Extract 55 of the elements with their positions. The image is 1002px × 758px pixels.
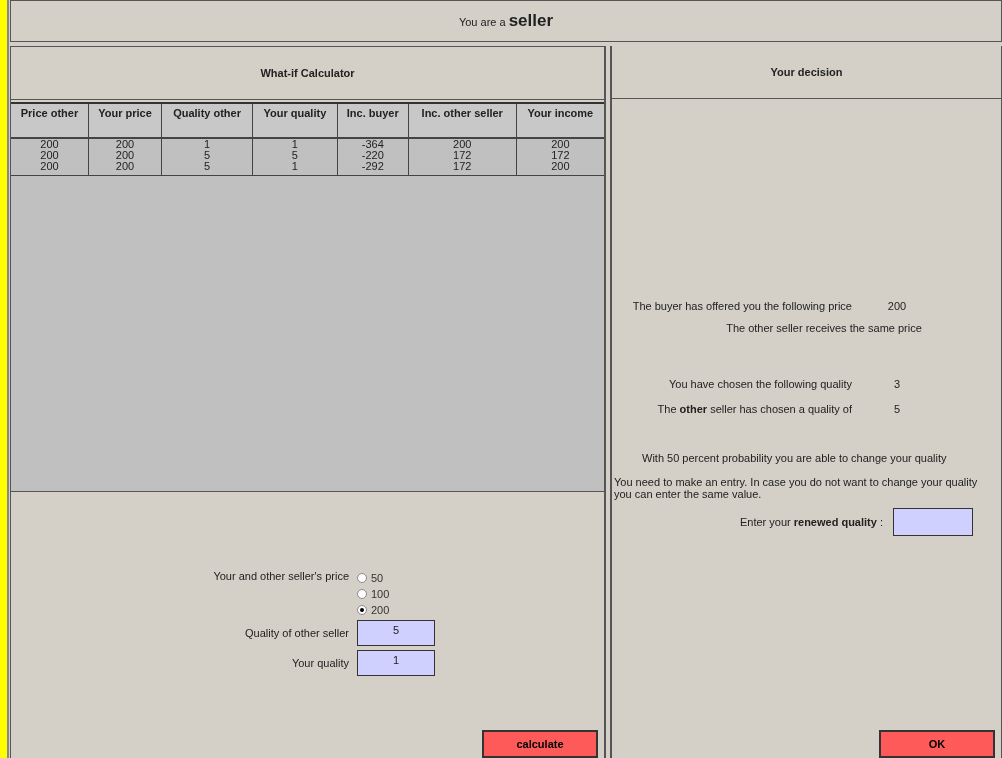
calculate-button[interactable]: calculate <box>482 730 598 758</box>
table-cell: 200 <box>11 138 89 150</box>
panel-title: Your decision <box>770 66 843 78</box>
role-title: You are a seller <box>458 11 554 31</box>
table-cell: 172 <box>516 150 604 161</box>
ok-button[interactable]: OK <box>879 730 995 758</box>
column-header: Your income <box>516 104 604 138</box>
input-field[interactable]: 1 <box>357 650 435 676</box>
radio-button[interactable] <box>357 573 367 583</box>
table-cell: 200 <box>11 161 89 176</box>
field-label: Your quality <box>290 657 349 669</box>
input-field[interactable]: 5 <box>357 620 435 646</box>
table-cell: 200 <box>516 138 604 150</box>
radio-label: 100 <box>371 588 390 600</box>
table-cell: 200 <box>11 150 89 161</box>
table-cell: 172 <box>408 161 517 176</box>
table-cell: 200 <box>88 150 162 161</box>
column-header: Inc. other seller <box>408 104 517 138</box>
input-field[interactable] <box>893 508 973 536</box>
column-header: Price other <box>11 104 89 138</box>
value-text: 3 <box>892 378 902 390</box>
radio-label: 200 <box>371 604 390 616</box>
table-cell: -364 <box>337 138 409 150</box>
radio-button[interactable] <box>357 605 367 615</box>
info-text: The other seller receives the same price <box>725 322 923 334</box>
field-label: Quality of other seller <box>244 627 349 639</box>
value-text: 5 <box>892 403 902 415</box>
table-cell: 5 <box>161 161 253 176</box>
price-label: Your and other seller's price <box>212 570 349 582</box>
panel-title: What-if Calculator <box>260 67 355 79</box>
column-header: Your price <box>88 104 162 138</box>
table-cell: -292 <box>337 161 409 176</box>
radio-button[interactable] <box>357 589 367 599</box>
column-header: Inc. buyer <box>337 104 409 138</box>
table-cell: 200 <box>88 138 162 150</box>
radio-label: 50 <box>371 572 384 584</box>
table-cell: 200 <box>88 161 162 176</box>
table-cell: -220 <box>337 150 409 161</box>
column-header: Quality other <box>161 104 253 138</box>
instruction-text: You need to make an entry. In case you do not want to change your quality you can enter the same value. <box>613 476 979 500</box>
table-cell: 200 <box>408 138 517 150</box>
field-label: Enter your renewed quality : <box>739 516 883 528</box>
table-cell: 1 <box>161 138 253 150</box>
table-cell: 200 <box>516 161 604 176</box>
value-text: 200 <box>886 300 908 312</box>
info-text: The buyer has offered you the following price <box>631 300 852 312</box>
table-cell: 1 <box>252 138 338 150</box>
table-cell: 1 <box>252 161 338 176</box>
info-text: With 50 percent probability you are able to change your quality <box>641 452 948 464</box>
info-text: The other seller has chosen a quality of <box>656 403 852 415</box>
column-header: Your quality <box>252 104 338 138</box>
info-text: You have chosen the following quality <box>667 378 852 390</box>
table-cell: 172 <box>408 150 517 161</box>
table-cell: 5 <box>252 150 338 161</box>
table-cell: 5 <box>161 150 253 161</box>
